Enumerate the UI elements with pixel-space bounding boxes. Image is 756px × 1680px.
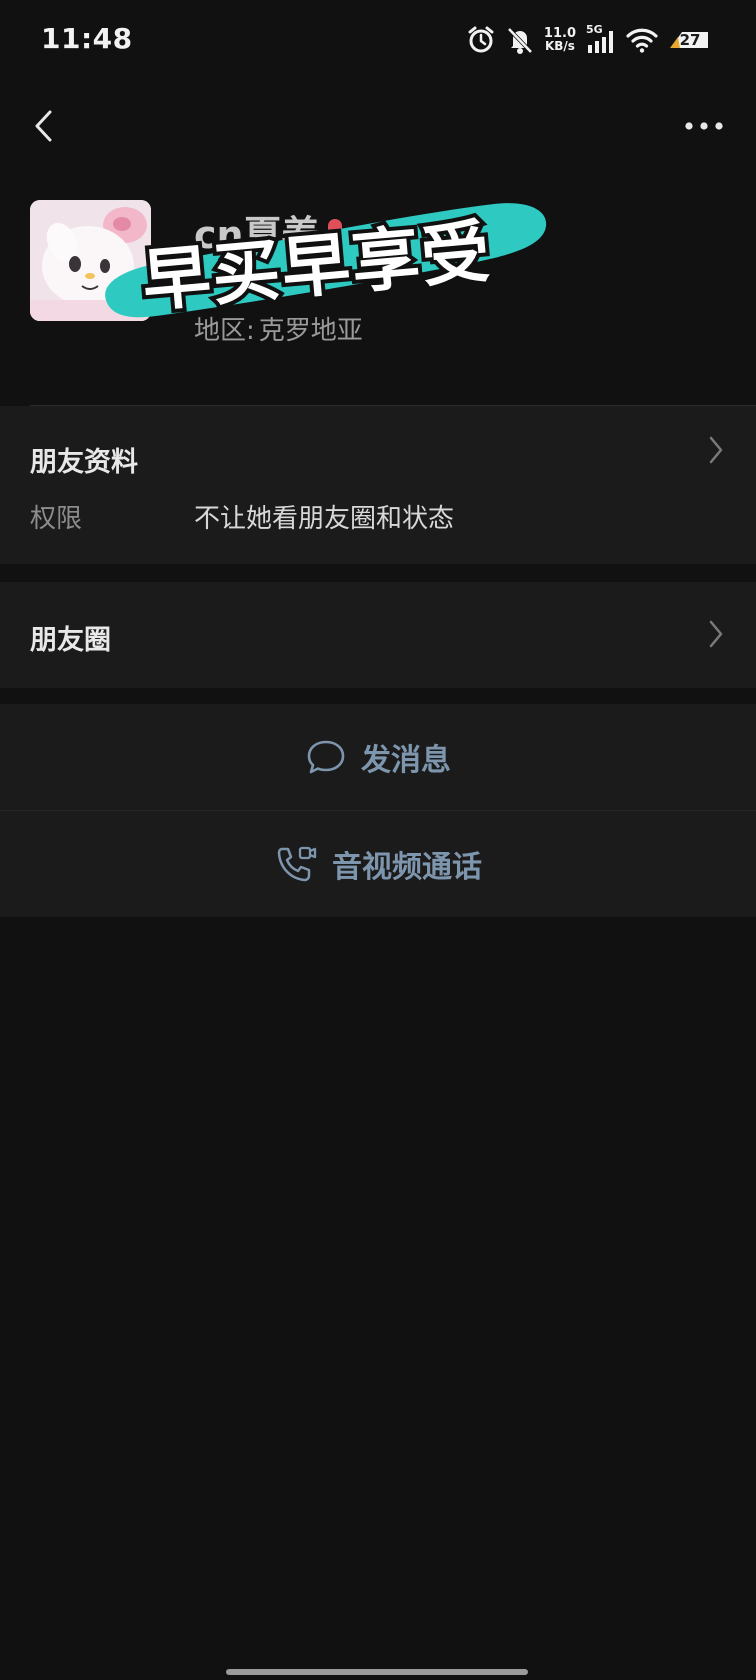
more-button[interactable]	[676, 102, 732, 150]
back-button[interactable]	[20, 102, 68, 150]
moments-section[interactable]: 朋友圈	[0, 582, 756, 688]
wifi-icon	[626, 26, 658, 54]
section-gap	[0, 688, 756, 704]
signal-icon: 5G	[586, 23, 616, 55]
permission-value: 不让她看朋友圈和状态	[194, 504, 455, 534]
alarm-icon	[466, 25, 496, 55]
battery-icon: 27	[668, 28, 712, 52]
moments-title: 朋友圈	[30, 625, 111, 656]
net-speed-unit: KB/s	[544, 39, 575, 53]
permission-label: 权限	[30, 504, 83, 534]
chat-bubble-icon	[307, 740, 345, 774]
send-message-button[interactable]: 发消息	[0, 704, 756, 810]
more-dots-icon	[685, 122, 723, 130]
friend-info-section[interactable]: 朋友资料 权限 不让她看朋友圈和状态	[0, 406, 756, 564]
network-type: 5G	[586, 23, 603, 36]
send-message-label: 发消息	[361, 743, 451, 778]
status-bar: 11:48 11.0 KB/s 5G 27	[0, 0, 756, 84]
nav-bar	[0, 84, 756, 168]
video-call-label: 音视频通话	[332, 850, 482, 885]
chevron-right-icon	[709, 436, 723, 464]
chevron-left-icon	[35, 110, 52, 142]
phone-video-icon	[277, 846, 317, 882]
friend-info-title: 朋友资料	[30, 447, 138, 478]
net-speed: 11.0 KB/s	[544, 27, 576, 53]
chevron-right-icon	[709, 620, 723, 648]
battery-level: 27	[679, 31, 701, 49]
section-gap	[0, 564, 756, 582]
home-indicator[interactable]	[226, 1669, 528, 1675]
promo-sticker: 早买早享受	[96, 196, 556, 336]
mute-bell-icon	[506, 25, 534, 55]
status-icons: 11.0 KB/s 5G 27	[466, 22, 712, 58]
video-call-button[interactable]: 音视频通话	[0, 811, 756, 917]
status-time: 11:48	[41, 22, 133, 55]
